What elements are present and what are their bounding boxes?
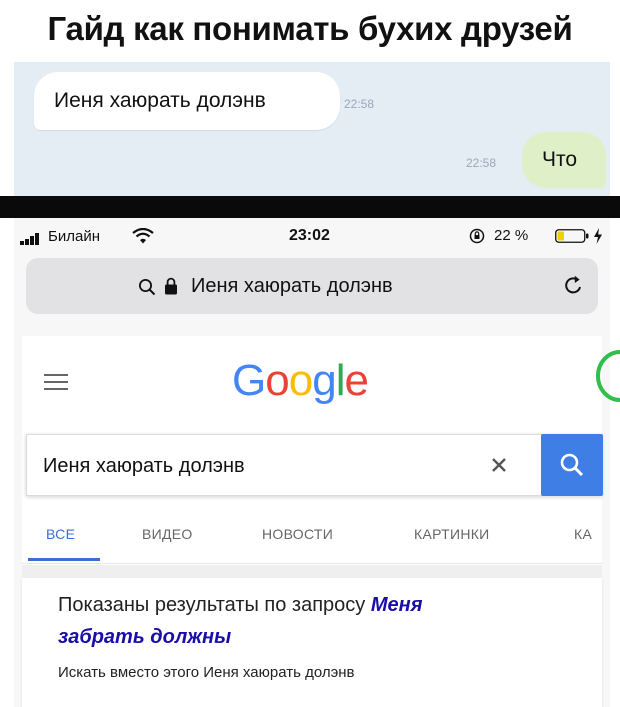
- address-bar-text: Иеня хаюрать долэнв: [191, 275, 393, 297]
- phone-screenshot: Билайн 23:02 22 % Иеня хаюрать долэнв Go…: [14, 218, 620, 707]
- signal-strength-icon: [20, 233, 44, 245]
- google-logo-letter: e: [344, 356, 369, 405]
- search-box[interactable]: Иеня хаюрать долэнв: [26, 434, 603, 496]
- wifi-icon: [132, 228, 154, 244]
- outgoing-message-time: 22:58: [466, 156, 497, 170]
- google-page: Google Иеня хаюрать долэнв ВСЕ ВИДЕО НОВ…: [22, 336, 603, 707]
- google-logo-letter: o: [265, 356, 290, 405]
- google-logo: Google: [232, 356, 369, 406]
- google-logo-letter: o: [288, 356, 314, 405]
- search-button[interactable]: [541, 434, 603, 496]
- battery-icon: [555, 229, 589, 243]
- outgoing-message-text: Что: [542, 148, 578, 171]
- charging-icon: [594, 228, 602, 244]
- hamburger-menu-icon[interactable]: [44, 374, 68, 390]
- divider-bar: [0, 196, 620, 218]
- incoming-message-bubble[interactable]: Иеня хаюрать долэнв: [34, 72, 340, 130]
- search-button-icon: [560, 453, 584, 477]
- tab-more[interactable]: КА: [574, 526, 592, 542]
- status-bar: Билайн 23:02 22 %: [14, 218, 610, 252]
- tab-images[interactable]: КАРТИНКИ: [414, 526, 490, 542]
- shown-results-line: Показаны результаты по запросу Меня: [58, 594, 423, 617]
- green-arc-decoration: [596, 350, 620, 402]
- search-instead-link[interactable]: Иеня хаюрать долэнв: [203, 664, 354, 681]
- google-logo-letter: l: [335, 356, 346, 405]
- outgoing-message-bubble[interactable]: Что: [522, 132, 606, 188]
- lock-icon: [165, 277, 177, 295]
- spelling-correction-card: Показаны результаты по запросу Меня забр…: [22, 578, 602, 707]
- clear-icon[interactable]: [487, 453, 511, 477]
- meme-title: Гайд как понимать бухих друзей: [0, 0, 620, 62]
- search-instead-prefix: Искать вместо этого: [58, 664, 200, 681]
- search-instead-line: Искать вместо этого Иеня хаюрать долэнв: [58, 664, 355, 681]
- google-logo-letter: g: [312, 356, 337, 405]
- corrected-query-link-part2[interactable]: забрать должны: [58, 626, 231, 648]
- incoming-message-time: 22:58: [344, 97, 375, 111]
- active-tab-indicator: [28, 558, 100, 561]
- shown-results-prefix: Показаны результаты по запросу: [58, 594, 366, 616]
- tab-all[interactable]: ВСЕ: [46, 526, 75, 542]
- battery-percentage: 22 %: [494, 227, 529, 244]
- carrier-name: Билайн: [48, 228, 100, 245]
- google-logo-letter: G: [232, 356, 266, 405]
- reload-icon[interactable]: [562, 274, 584, 298]
- tab-video[interactable]: ВИДЕО: [142, 526, 193, 542]
- status-time: 23:02: [289, 227, 330, 244]
- corrected-query-line: забрать должны: [58, 626, 231, 649]
- address-bar[interactable]: Иеня хаюрать долэнв: [26, 258, 598, 314]
- search-tabs: ВСЕ ВИДЕО НОВОСТИ КАРТИНКИ КА: [22, 512, 602, 564]
- corrected-query-link-part1[interactable]: Меня: [371, 594, 423, 616]
- search-input[interactable]: Иеня хаюрать долэнв: [43, 455, 245, 478]
- search-icon: [139, 279, 156, 296]
- rotation-lock-icon: [469, 228, 485, 244]
- chat-area: Иеня хаюрать долэнв 22:58 22:58 Что: [14, 62, 610, 196]
- incoming-message-text: Иеня хаюрать долэнв: [54, 89, 266, 112]
- tab-news[interactable]: НОВОСТИ: [262, 526, 333, 542]
